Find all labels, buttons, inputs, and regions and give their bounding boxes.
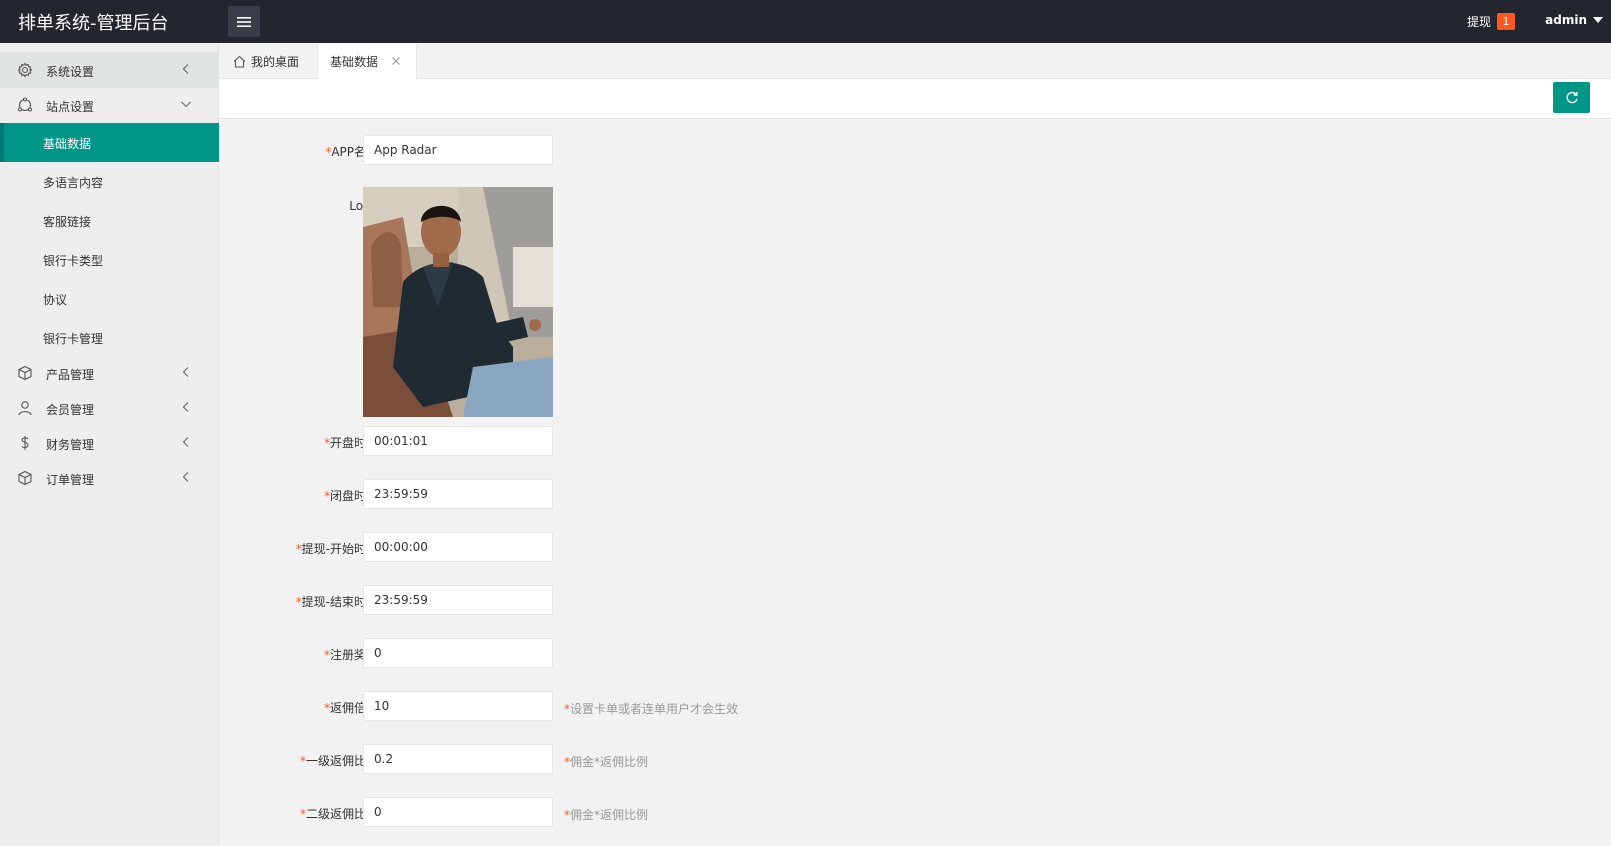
chevron-left-icon [182,437,189,447]
form-row-commission-multiple: *返佣倍数 *设置卡单或者连单用户才会生效 [219,691,1019,721]
user-menu[interactable]: admin [1545,13,1603,27]
form-row-register-reward: *注册奖励 [219,638,1019,668]
app-title: 排单系统-管理后台 [18,13,169,34]
refresh-icon [1566,91,1578,103]
field-hint: *佣金*返佣比例 [564,808,649,822]
sidebar-item-order-manage[interactable]: 订单管理 [0,460,219,496]
site-icon [18,97,32,112]
register-reward-input[interactable] [363,638,553,668]
sidebar-subitem-agreement[interactable]: 协议 [0,279,219,318]
sidebar-item-system-settings[interactable]: 系统设置 [0,52,219,88]
content-toolbar [219,79,1611,119]
sidebar-subitem-bank-card-type[interactable]: 银行卡类型 [0,240,219,279]
tab-label: 基础数据 [330,55,379,69]
logo-image[interactable] [363,187,553,417]
sidebar-item-label: 系统设置 [46,65,95,79]
form-row-close-time: *闭盘时间 [219,479,1019,509]
chevron-left-icon [182,402,189,412]
sidebar-subitem-label: 协议 [43,293,68,307]
withdraw-notification[interactable]: 提现 1 [1467,13,1515,30]
chevron-left-icon [182,64,189,74]
withdraw-start-input[interactable] [363,532,553,562]
sidebar-subitem-label: 客服链接 [43,215,92,229]
sidebar-item-label: 产品管理 [46,368,95,382]
username: admin [1545,13,1587,27]
sidebar-subitem-label: 多语言内容 [43,176,104,190]
sidebar-subitem-bank-card-manage[interactable]: 银行卡管理 [0,318,219,357]
chevron-down-icon [181,101,191,108]
form-row-open-time: *开盘时间 [219,426,1019,456]
sidebar-subitem-label: 银行卡管理 [43,332,104,346]
sidebar: 系统设置 站点设置 基础数据 多语言内容 客服链接 银行卡类型 协议 银行卡管理… [0,43,219,846]
level1-ratio-input[interactable] [363,744,553,774]
home-icon [233,55,246,68]
box-icon [18,365,32,381]
sidebar-subitem-basic-data[interactable]: 基础数据 [0,123,219,162]
tab-basic-data[interactable]: 基础数据 [317,44,417,79]
level2-ratio-input[interactable] [363,797,553,827]
sidebar-item-finance-manage[interactable]: 财务管理 [0,425,219,461]
form-row-withdraw-start: *提现-开始时间 [219,532,1019,562]
chevron-left-icon [182,472,189,482]
field-hint: *佣金*返佣比例 [564,755,649,769]
form-row-withdraw-end: *提现-结束时间 [219,585,1019,615]
refresh-button[interactable] [1553,82,1590,113]
top-header: 排单系统-管理后台 提现 1 admin [0,0,1611,43]
user-icon [18,401,32,416]
caret-down-icon [1593,17,1603,23]
form-row-app-name: *APP名称 [219,135,1019,165]
sidebar-item-site-settings[interactable]: 站点设置 [0,87,219,123]
withdraw-end-input[interactable] [363,585,553,615]
hamburger-icon [237,16,251,27]
form-row-level2-ratio: *二级返佣比例 *佣金*返佣比例 [219,797,1019,827]
dollar-icon [21,436,29,450]
sidebar-subitem-multilang[interactable]: 多语言内容 [0,162,219,201]
tab-label: 我的桌面 [251,55,300,69]
field-hint: *设置卡单或者连单用户才会生效 [564,702,739,716]
box-icon [18,470,32,486]
gear-icon [17,62,33,78]
commission-multiple-input[interactable] [363,691,553,721]
close-time-input[interactable] [363,479,553,509]
sidebar-item-label: 财务管理 [46,438,95,452]
chevron-left-icon [182,367,189,377]
tab-home[interactable]: 我的桌面 [233,44,299,79]
sidebar-item-product-manage[interactable]: 产品管理 [0,355,219,391]
sidebar-subitem-label: 基础数据 [43,137,92,151]
close-icon[interactable] [390,55,402,67]
menu-toggle-button[interactable] [228,6,260,37]
tab-bar: 我的桌面 基础数据 [219,43,1611,79]
sidebar-item-label: 站点设置 [46,100,95,114]
form-row-logo: Logo [219,187,1019,417]
app-name-input[interactable] [363,135,553,165]
form-row-level1-ratio: *一级返佣比例 *佣金*返佣比例 [219,744,1019,774]
open-time-input[interactable] [363,426,553,456]
withdraw-count-badge: 1 [1497,13,1515,30]
withdraw-label: 提现 [1466,15,1491,29]
sidebar-subitem-label: 银行卡类型 [43,254,104,268]
sidebar-item-label: 会员管理 [46,403,95,417]
sidebar-subitem-service-link[interactable]: 客服链接 [0,201,219,240]
sidebar-item-member-manage[interactable]: 会员管理 [0,390,219,426]
sidebar-item-label: 订单管理 [46,473,95,487]
